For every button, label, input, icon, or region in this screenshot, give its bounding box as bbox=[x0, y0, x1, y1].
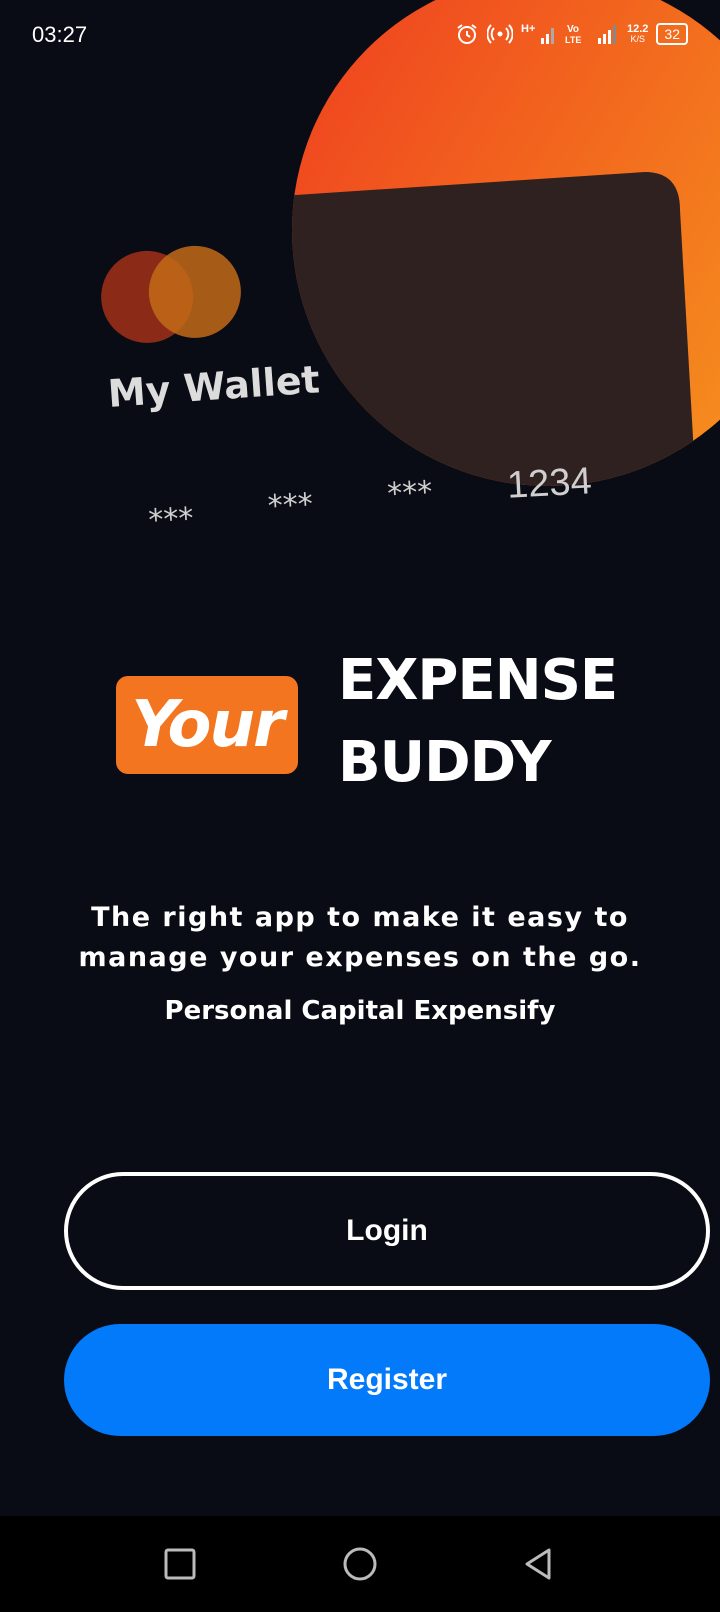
net-speed: 12.2 K/S bbox=[627, 23, 649, 45]
brand-title-line1: EXPENSE bbox=[338, 648, 618, 713]
battery-icon: 32 bbox=[656, 23, 688, 45]
card-number-group: *** bbox=[147, 501, 195, 539]
svg-text:Vo: Vo bbox=[567, 24, 579, 35]
net-speed-unit: K/S bbox=[630, 34, 645, 44]
status-time: 03:27 bbox=[32, 22, 88, 47]
status-bar: 03:27 H+ Vo LTE 12.2 K/S 32 bbox=[0, 0, 720, 72]
net-speed-value: 12.2 bbox=[627, 23, 649, 35]
brand-title-line2: BUDDY bbox=[338, 730, 552, 795]
tagline: The right app to make it easy to manage … bbox=[78, 902, 642, 973]
svg-text:LTE: LTE bbox=[565, 35, 581, 45]
card-number-group: *** bbox=[266, 486, 314, 525]
volte-icon: Vo LTE bbox=[565, 22, 589, 46]
system-nav-bar bbox=[0, 1516, 720, 1612]
hotspot-icon bbox=[487, 24, 513, 44]
card-number-group: *** bbox=[386, 474, 434, 513]
subtitle: Personal Capital Expensify bbox=[164, 996, 556, 1026]
register-button[interactable]: Register bbox=[64, 1324, 710, 1436]
signal-h-plus-icon: H+ bbox=[521, 22, 557, 46]
alarm-icon bbox=[455, 22, 479, 46]
home-circle-icon[interactable] bbox=[336, 1540, 384, 1588]
card-logo bbox=[101, 245, 241, 343]
recents-square-icon[interactable] bbox=[156, 1540, 204, 1588]
svg-text:H+: H+ bbox=[521, 23, 535, 35]
back-triangle-icon[interactable] bbox=[514, 1540, 562, 1588]
login-button[interactable]: Login bbox=[64, 1172, 710, 1290]
signal-icon bbox=[597, 23, 619, 45]
brand-badge: Your bbox=[116, 676, 298, 774]
status-icons: H+ Vo LTE 12.2 K/S 32 bbox=[455, 22, 688, 46]
card-number-group: 1234 bbox=[506, 460, 593, 507]
